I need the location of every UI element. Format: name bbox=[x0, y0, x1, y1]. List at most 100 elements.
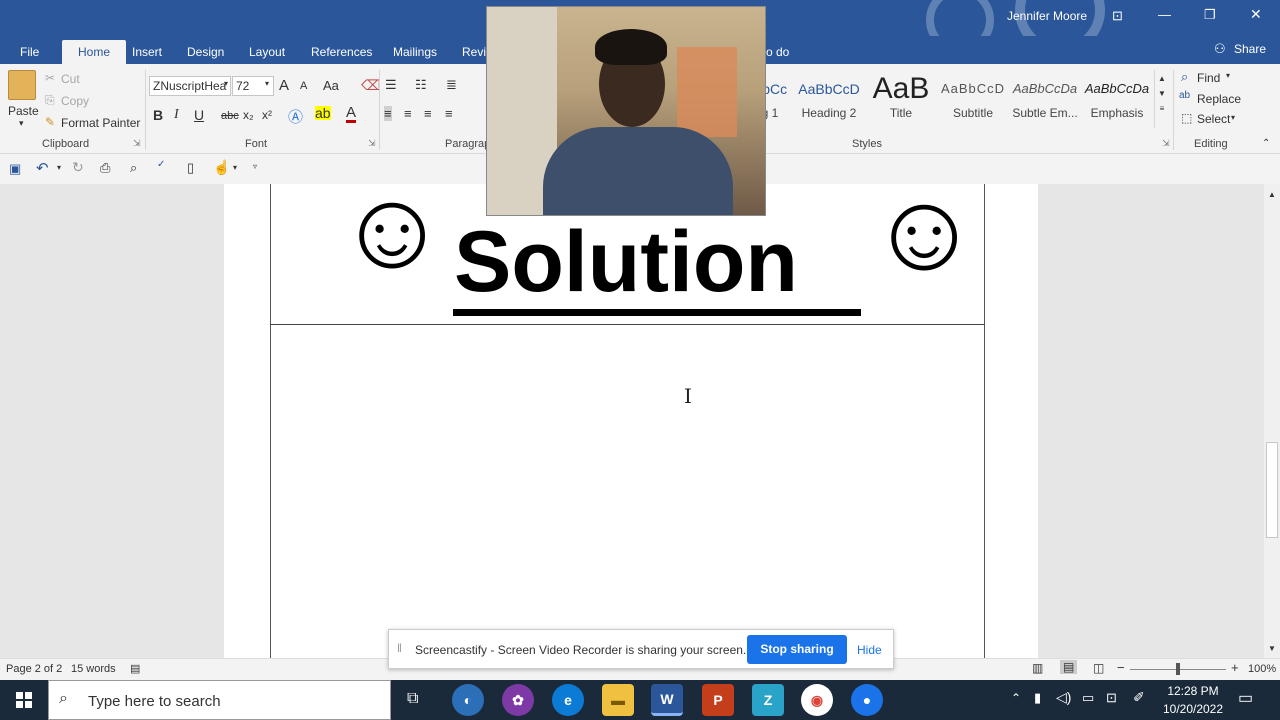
solution-heading[interactable]: Solution bbox=[454, 212, 798, 312]
touch-mode-icon[interactable]: ☝ bbox=[213, 159, 230, 176]
chrome-icon[interactable]: ◉ bbox=[801, 684, 833, 716]
style-heading-2[interactable]: AaBbCcD Heading 2 bbox=[793, 72, 865, 128]
print-preview-icon[interactable]: ⌕ bbox=[130, 160, 137, 176]
replace-icon[interactable]: ab bbox=[1179, 90, 1190, 101]
taskbar-app-icon[interactable]: Z bbox=[752, 684, 784, 716]
tab-mailings[interactable]: Mailings bbox=[383, 40, 447, 64]
spelling-icon[interactable]: ✓ bbox=[157, 159, 165, 170]
bold-button[interactable]: B bbox=[153, 107, 163, 123]
zoom-level[interactable]: 100% bbox=[1248, 663, 1276, 675]
subscript-button[interactable]: x₂ bbox=[243, 108, 254, 122]
find-icon[interactable]: ⌕ bbox=[1181, 69, 1188, 85]
replace-button[interactable]: Replace bbox=[1197, 92, 1241, 106]
find-button[interactable]: Find bbox=[1197, 71, 1220, 85]
font-launcher-icon[interactable]: ⇲ bbox=[368, 138, 376, 149]
zoom-out-icon[interactable]: − bbox=[1117, 660, 1125, 675]
minimize-button[interactable]: — bbox=[1158, 7, 1171, 22]
word-count[interactable]: 15 words bbox=[71, 663, 116, 675]
numbering-icon[interactable]: ☷ bbox=[415, 77, 427, 93]
scroll-up-icon[interactable]: ▲ bbox=[1264, 190, 1280, 199]
read-mode-icon[interactable]: ▥ bbox=[1032, 661, 1043, 675]
volume-icon[interactable]: ◁) bbox=[1056, 689, 1071, 706]
tab-file[interactable]: File bbox=[10, 40, 49, 64]
paste-dropdown-icon[interactable]: ▾ bbox=[19, 118, 24, 129]
page-count[interactable]: Page 2 of 2 bbox=[6, 663, 62, 675]
network-icon[interactable]: ⊡ bbox=[1106, 690, 1117, 706]
font-name-dropdown-icon[interactable]: ▾ bbox=[224, 79, 228, 88]
cut-button[interactable]: Cut bbox=[61, 72, 80, 86]
tray-expand-icon[interactable]: ⌃ bbox=[1011, 691, 1021, 705]
scroll-thumb[interactable] bbox=[1266, 442, 1278, 538]
word-icon[interactable]: W bbox=[651, 684, 683, 716]
superscript-button[interactable]: x² bbox=[262, 108, 272, 122]
format-painter-icon[interactable]: ✎ bbox=[45, 115, 55, 129]
find-dropdown-icon[interactable]: ▾ bbox=[1226, 71, 1230, 80]
taskbar-search-box[interactable]: ⌕ Type here to search bbox=[48, 680, 391, 720]
font-color-button[interactable]: A bbox=[346, 105, 357, 123]
underline-button[interactable]: U bbox=[194, 107, 204, 123]
change-case-button[interactable]: Aa bbox=[323, 78, 339, 93]
hide-button[interactable]: Hide bbox=[857, 643, 882, 657]
align-center-icon[interactable]: ≡ bbox=[404, 106, 412, 121]
collapse-ribbon-icon[interactable]: ⌃ bbox=[1262, 138, 1270, 149]
document-page[interactable]: ☺ ☺ Solution I bbox=[224, 170, 1038, 660]
stop-sharing-button[interactable]: Stop sharing bbox=[747, 635, 847, 664]
ribbon-display-icon[interactable]: ⊡ bbox=[1112, 8, 1123, 24]
cut-icon[interactable]: ✂ bbox=[45, 71, 55, 85]
scroll-down-icon[interactable]: ▼ bbox=[1264, 644, 1280, 653]
format-painter-button[interactable]: Format Painter bbox=[61, 116, 140, 130]
style-subtle-emphasis[interactable]: AaBbCcDa Subtle Em... bbox=[1009, 72, 1081, 128]
text-effects-icon[interactable]: Ⓐ bbox=[288, 106, 303, 127]
clipboard-launcher-icon[interactable]: ⇲ bbox=[133, 138, 141, 149]
user-name[interactable]: Jennifer Moore bbox=[1007, 9, 1087, 23]
undo-dropdown-icon[interactable]: ▾ bbox=[57, 163, 61, 172]
touch-dropdown-icon[interactable]: ▾ bbox=[233, 163, 237, 172]
tab-insert[interactable]: Insert bbox=[122, 40, 172, 64]
styles-scroll[interactable]: ▲ ▼ ≡ bbox=[1154, 70, 1169, 128]
share-icon[interactable]: ⚇ bbox=[1214, 41, 1226, 57]
tab-layout[interactable]: Layout bbox=[239, 40, 295, 64]
taskbar-app-icon[interactable]: ✿ bbox=[502, 684, 534, 716]
tab-design[interactable]: Design bbox=[177, 40, 234, 64]
file-explorer-icon[interactable]: ▬ bbox=[602, 684, 634, 716]
notification-icon[interactable]: ▭ bbox=[1238, 688, 1253, 708]
print-layout-icon[interactable]: ▤ bbox=[1060, 660, 1078, 674]
windows-start-icon[interactable] bbox=[16, 692, 32, 708]
restore-button[interactable]: ❐ bbox=[1204, 7, 1216, 23]
paste-button[interactable]: Paste bbox=[8, 104, 39, 118]
zoom-in-icon[interactable]: + bbox=[1231, 660, 1239, 675]
style-emphasis[interactable]: AaBbCcDa Emphasis bbox=[1081, 72, 1153, 128]
tab-home[interactable]: Home bbox=[62, 40, 127, 64]
select-dropdown-icon[interactable]: ▾ bbox=[1231, 113, 1235, 122]
edge-icon[interactable]: e bbox=[552, 684, 584, 716]
styles-launcher-icon[interactable]: ⇲ bbox=[1162, 138, 1170, 149]
proofing-icon[interactable]: ▤ bbox=[130, 662, 140, 675]
copy-button[interactable]: Copy bbox=[61, 94, 89, 108]
tab-references[interactable]: References bbox=[301, 40, 382, 64]
highlight-icon[interactable]: ab bbox=[315, 106, 331, 120]
zoom-slider-thumb[interactable] bbox=[1176, 663, 1180, 675]
paste-icon[interactable] bbox=[8, 70, 36, 100]
mic-icon[interactable]: ▮ bbox=[1034, 690, 1041, 706]
font-name-box[interactable]: ZNuscriptHea bbox=[149, 76, 231, 96]
style-title[interactable]: AaB Title bbox=[865, 72, 937, 128]
italic-button[interactable]: I bbox=[174, 107, 179, 123]
print-icon[interactable]: ⎙ bbox=[100, 160, 110, 176]
redo-icon[interactable]: ↻ bbox=[72, 159, 84, 176]
select-button[interactable]: Select bbox=[1197, 112, 1230, 126]
copy-icon[interactable]: ⎘ bbox=[45, 93, 55, 108]
web-layout-icon[interactable]: ◫ bbox=[1093, 661, 1104, 675]
taskbar-app-icon[interactable]: ◐ bbox=[452, 684, 484, 716]
select-icon[interactable]: ⬚ bbox=[1181, 111, 1192, 125]
vertical-scrollbar[interactable]: ▲ ▼ bbox=[1264, 184, 1280, 660]
customize-qat-icon[interactable]: ▿ bbox=[253, 162, 257, 171]
bullets-icon[interactable]: ☰ bbox=[385, 77, 397, 93]
grow-font-button[interactable]: A bbox=[279, 77, 289, 94]
multilevel-list-icon[interactable]: ≣ bbox=[446, 77, 457, 93]
close-button[interactable]: ✕ bbox=[1250, 6, 1262, 23]
battery-icon[interactable]: ▭ bbox=[1082, 690, 1094, 706]
font-size-dropdown-icon[interactable]: ▾ bbox=[265, 79, 269, 88]
screencastify-icon[interactable]: ● bbox=[851, 684, 883, 716]
save-icon[interactable]: ▣ bbox=[9, 161, 21, 177]
undo-icon[interactable]: ↶ bbox=[36, 159, 49, 177]
